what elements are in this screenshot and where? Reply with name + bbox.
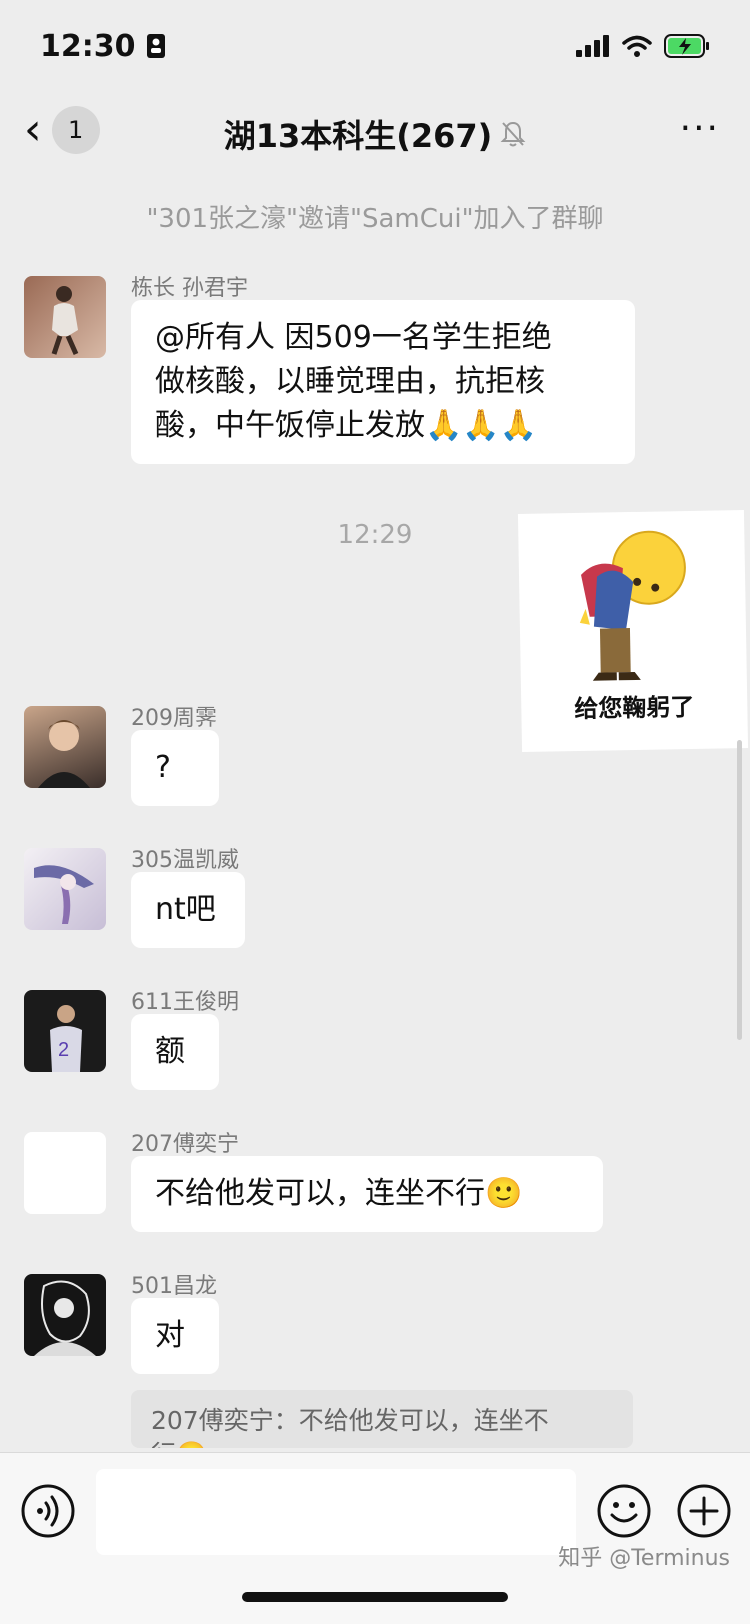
watermark: 知乎 @Terminus: [558, 1546, 730, 1571]
unread-badge: 1: [51, 106, 100, 154]
message-bubble[interactable]: 对: [131, 1298, 219, 1374]
back-button[interactable]: ‹ 1: [24, 106, 100, 154]
sticker-caption: 给您鞠躬了: [574, 692, 695, 724]
voice-icon: [21, 1484, 75, 1538]
contact-card-icon: [146, 34, 165, 58]
signal-icon: [576, 35, 609, 57]
status-bar: 12:30: [0, 0, 750, 92]
message-bubble[interactable]: @所有人 因509一名学生拒绝 做核酸，以睡觉理由，抗拒核 酸，中午饭停止发放🙏…: [131, 300, 635, 464]
sender-name: 207傅奕宁: [131, 1132, 239, 1157]
message-text-line: 做核酸，以睡觉理由，抗拒核: [155, 364, 545, 399]
scrollbar[interactable]: [737, 740, 742, 1040]
wifi-icon: [622, 35, 652, 57]
quoted-reply[interactable]: 207傅奕宁：不给他发可以，连坐不 行🙂: [131, 1390, 633, 1448]
emoji-button[interactable]: [596, 1483, 652, 1539]
message-bubble[interactable]: nt吧: [131, 872, 245, 948]
chat-title[interactable]: 湖13本科生(267): [224, 111, 527, 157]
avatar-sketch-icon: [34, 1280, 96, 1356]
battery-charging-icon: [664, 34, 709, 58]
plus-button[interactable]: [676, 1483, 732, 1539]
chevron-left-icon: ‹: [24, 104, 42, 155]
message-text: 对: [155, 1318, 185, 1353]
home-indicator: [242, 1592, 508, 1602]
message-text: 不给他发可以，连坐不行🙂: [155, 1176, 523, 1211]
message-bubble[interactable]: 额: [131, 1014, 219, 1090]
sender-name: 611王俊明: [131, 990, 239, 1015]
sender-name: 501昌龙: [131, 1274, 217, 1299]
chat-header: ‹ 1 湖13本科生(267) ···: [0, 92, 750, 176]
svg-text:2: 2: [58, 1039, 69, 1061]
avatar-figure-icon: [51, 286, 79, 356]
sender-name: 305温凯威: [131, 848, 239, 873]
quoted-text-line: 207傅奕宁：不给他发可以，连坐不: [151, 1406, 549, 1435]
group-name: 湖13本科生(267): [223, 117, 493, 155]
sender-name: 栋长 孙君宇: [131, 276, 248, 301]
more-button[interactable]: ···: [680, 108, 720, 149]
plus-icon: [677, 1484, 731, 1538]
avatar[interactable]: [24, 706, 106, 788]
avatar[interactable]: [24, 1274, 106, 1356]
avatar-basketball-player-icon: 2: [50, 1005, 82, 1072]
avatar[interactable]: [24, 1132, 106, 1214]
status-time: 12:30: [40, 28, 136, 64]
message-text: nt吧: [155, 892, 216, 927]
message-text-line: @所有人 因509一名学生拒绝: [155, 320, 552, 355]
sticker-message[interactable]: 给您鞠躬了: [517, 510, 749, 752]
mute-bell-icon: [500, 121, 526, 147]
avatar[interactable]: [24, 276, 106, 358]
message-text: 额: [155, 1034, 185, 1069]
avatar[interactable]: [24, 848, 106, 930]
avatar[interactable]: 2: [24, 990, 106, 1072]
message-text: ?: [155, 750, 171, 785]
system-message: "301张之濠"邀请"SamCui"加入了群聊: [146, 204, 604, 234]
message-input[interactable]: [96, 1469, 576, 1555]
smile-icon: [597, 1484, 651, 1538]
message-bubble[interactable]: 不给他发可以，连坐不行🙂: [131, 1156, 603, 1232]
message-bubble[interactable]: ?: [131, 730, 219, 806]
sender-name: 209周霁: [131, 706, 217, 731]
avatar-anime-icon: [34, 865, 94, 924]
message-text-line: 酸，中午饭停止发放🙏🙏🙏: [155, 408, 538, 443]
avatar-person-icon: [38, 720, 90, 788]
quoted-text-line: 行🙂: [151, 1438, 613, 1448]
voice-button[interactable]: [20, 1483, 76, 1539]
